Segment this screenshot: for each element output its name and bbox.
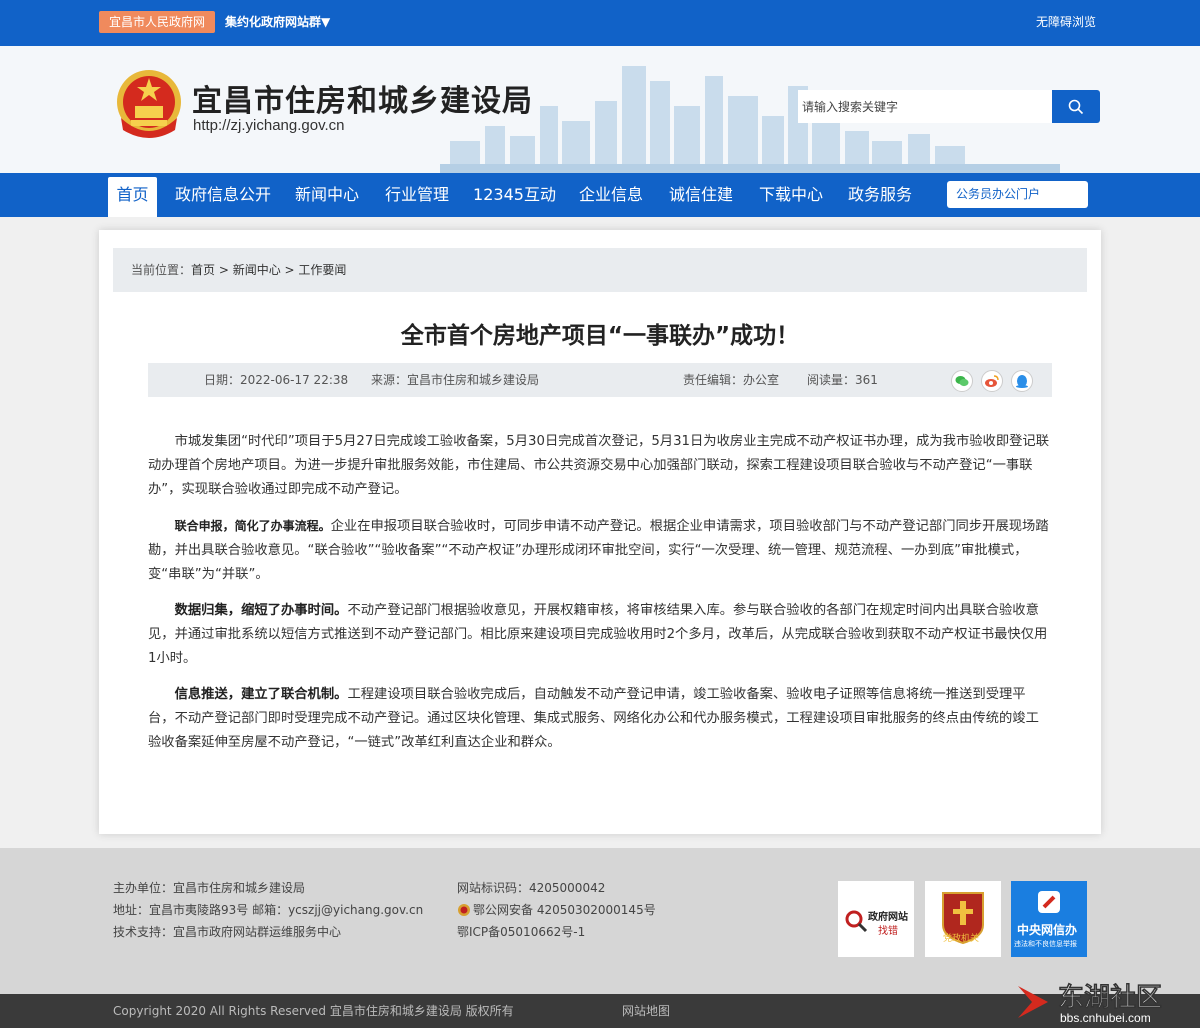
share-qq-button[interactable] (1011, 370, 1033, 392)
paragraph-heading: 联合申报，简化了办事流程。 (174, 519, 331, 533)
nav-industry[interactable]: 行业管理 (377, 177, 457, 217)
badge-label: 政府网站 (868, 912, 908, 923)
paragraph-heading: 数据归集，缩短了办事时间。 (174, 603, 348, 618)
search-box (798, 90, 1100, 123)
accessibility-link[interactable]: 无障碍浏览 (1036, 12, 1096, 32)
breadcrumb: 当前位置：首页 > 新闻中心 > 工作要闻 (113, 248, 1087, 292)
gov-portal-link[interactable]: 宜昌市人民政府网 (99, 11, 216, 33)
article-meta-bar: 日期：2022-06-17 22:38 来源：宜昌市住房和城乡建设局 责任编辑：… (148, 363, 1052, 397)
weibo-icon (985, 375, 999, 387)
badge-label: 中央网信办 (1017, 923, 1078, 937)
top-bar: 宜昌市人民政府网 集约化政府网站群▼ 无障碍浏览 (0, 0, 1200, 46)
footer-info-right: 网站标识码：4205000042 鄂公网安备 42050302000145号 鄂… (457, 877, 656, 943)
footer-support: 技术支持：宜昌市政府网站群运维服务中心 (113, 925, 342, 939)
cac-report-badge[interactable]: 中央网信办 违法和不良信息举报 (1011, 881, 1087, 957)
sitemap-link[interactable]: 网站地图 (622, 994, 670, 1028)
article-card: 当前位置：首页 > 新闻中心 > 工作要闻 全市首个房地产项目“一事联办”成功！… (99, 230, 1101, 834)
nav-download[interactable]: 下载中心 (751, 177, 831, 217)
nav-enterprise[interactable]: 企业信息 (571, 177, 651, 217)
badge-label: 违法和不良信息举报 (1014, 940, 1077, 948)
share-weibo-button[interactable] (981, 370, 1003, 392)
nav-services[interactable]: 政务服务 (840, 177, 920, 217)
national-emblem-icon (117, 70, 181, 138)
footer-site-id: 网站标识码：4205000042 (457, 881, 606, 895)
nav-gov-info[interactable]: 政府信息公开 (167, 177, 279, 217)
civil-servant-portal-button[interactable]: 公务员办公门户 (947, 181, 1088, 208)
footer-info-left: 主办单位：宜昌市住房和城乡建设局 地址：宜昌市夷陵路93号 邮箱：ycszjj@… (113, 877, 423, 943)
qq-icon (1016, 375, 1028, 388)
footer-police-record[interactable]: 鄂公网安备 42050302000145号 (457, 899, 656, 921)
police-badge-icon (458, 904, 470, 916)
article-paragraph: 联合申报，简化了办事流程。企业在申报项目联合验收时，可同步申请不动产登记。根据企… (148, 514, 1052, 587)
search-button[interactable] (1052, 90, 1100, 123)
site-url: http://zj.yichang.gov.cn (193, 117, 345, 134)
article-body: 市城发集团“时代印”项目于5月27日完成竣工验收备案，5月30日完成首次登记，5… (148, 430, 1052, 767)
magnifier-icon (845, 910, 868, 933)
search-icon (1068, 99, 1084, 114)
nav-home[interactable]: 首页 (108, 177, 157, 217)
article-source: 来源：宜昌市住房和城乡建设局 (371, 373, 540, 387)
breadcrumb-sep: > (215, 263, 233, 277)
site-group-dropdown[interactable]: 集约化政府网站群▼ (225, 12, 330, 32)
badge-label: 找错 (878, 926, 898, 937)
main-nav: 首页 政府信息公开 新闻中心 行业管理 12345互动 企业信息 诚信住建 下载… (0, 173, 1200, 217)
cac-logo-icon (1038, 891, 1060, 913)
badge-label: 党政机关 (943, 934, 980, 944)
footer-sponsor: 主办单位：宜昌市住房和城乡建设局 (113, 881, 306, 895)
article-title: 全市首个房地产项目“一事联办”成功！ (400, 323, 800, 349)
search-input[interactable] (798, 90, 1052, 123)
article-editor: 责任编辑：办公室 (683, 373, 780, 387)
breadcrumb-prefix: 当前位置： (131, 263, 192, 277)
footer-icp[interactable]: 鄂ICP备05010662号-1 (457, 921, 656, 943)
nav-12345[interactable]: 12345互动 (467, 177, 562, 217)
wechat-icon (955, 376, 969, 387)
site-header: 宜昌市住房和城乡建设局 http://zj.yichang.gov.cn (0, 46, 1200, 173)
breadcrumb-news[interactable]: 新闻中心 (233, 263, 281, 277)
gov-site-error-badge[interactable]: 政府网站 找错 (838, 881, 914, 957)
article-paragraph: 信息推送，建立了联合机制。工程建设项目联合验收完成后，自动触发不动产登记申请，竣… (148, 683, 1052, 755)
article-paragraph: 市城发集团“时代印”项目于5月27日完成竣工验收备案，5月30日完成首次登记，5… (148, 434, 1050, 497)
breadcrumb-current[interactable]: 工作要闻 (298, 263, 346, 277)
copyright-text: Copyright 2020 All Rights Reserved 宜昌市住房… (113, 1004, 514, 1018)
party-gov-badge[interactable]: 党政机关 (925, 881, 1001, 957)
share-wechat-button[interactable] (951, 370, 973, 392)
breadcrumb-sep: > (280, 263, 299, 277)
footer-address: 地址：宜昌市夷陵路93号 邮箱：ycszjj@yichang.gov.cn (113, 903, 424, 917)
breadcrumb-home[interactable]: 首页 (191, 263, 215, 277)
watermark-url: bbs.cnhubei.com (1060, 1011, 1151, 1025)
watermark-title: 东湖社区 (1058, 982, 1162, 1013)
forum-watermark-logo: 东湖社区 bbs.cnhubei.com (1018, 982, 1162, 1025)
nav-credit[interactable]: 诚信住建 (661, 177, 741, 217)
site-title: 宜昌市住房和城乡建设局 (192, 84, 533, 119)
paragraph-heading: 信息推送，建立了联合机制。 (174, 687, 348, 702)
article-paragraph: 数据归集，缩短了办事时间。不动产登记部门根据验收意见，开展权籍审核，将审核结果入… (148, 599, 1052, 671)
police-record-text: 鄂公网安备 42050302000145号 (473, 903, 656, 917)
article-date: 日期：2022-06-17 22:38 (204, 373, 349, 387)
nav-news-center[interactable]: 新闻中心 (287, 177, 367, 217)
article-read-count: 阅读量：361 (807, 373, 878, 387)
